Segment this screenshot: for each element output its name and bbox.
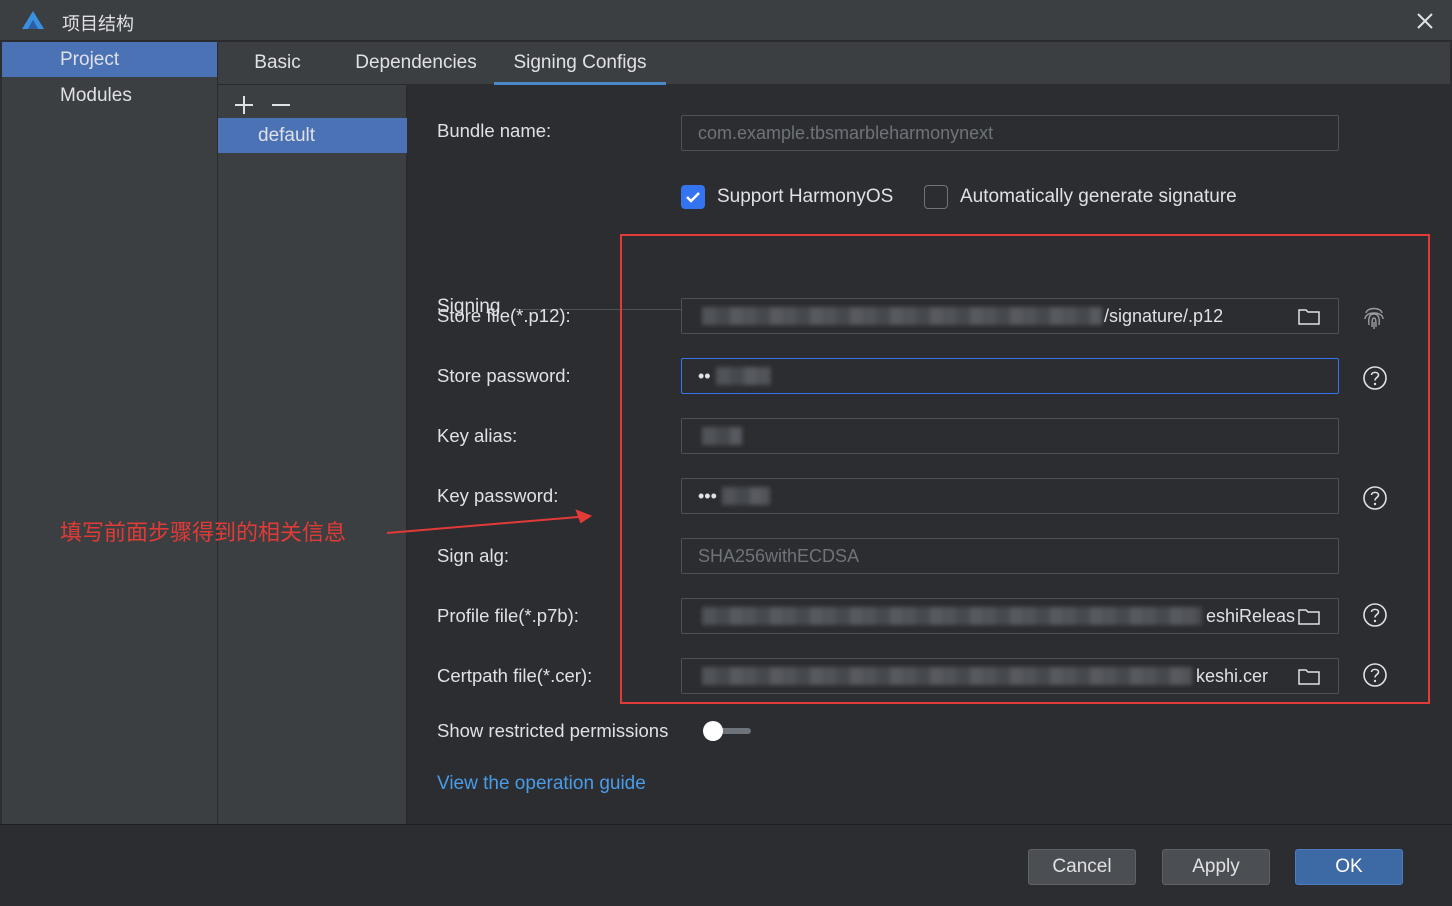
store-file-label: Store file(*.p12):: [437, 305, 571, 326]
store-file-field[interactable]: /signature/.p12: [681, 298, 1339, 334]
profile-file-field[interactable]: eshiReleas: [681, 598, 1339, 634]
tab-signing-configs[interactable]: Signing Configs: [494, 42, 666, 85]
redacted-path: [702, 667, 1192, 685]
close-icon[interactable]: [1410, 6, 1440, 36]
help-icon[interactable]: [1362, 485, 1388, 511]
nav-item-project[interactable]: Project: [2, 42, 217, 77]
redacted-path: [702, 607, 1202, 625]
tab-bar: Basic Info Dependencies Signing Configs: [218, 42, 1450, 115]
key-alias-label: Key alias:: [437, 425, 518, 446]
help-icon[interactable]: [1362, 602, 1388, 628]
sign-alg-label: Sign alg:: [437, 545, 509, 566]
ok-button[interactable]: OK: [1295, 849, 1403, 885]
profile-file-path: eshiReleas: [1206, 606, 1296, 626]
checkmark-icon: [686, 192, 700, 203]
annotation-arrow: [386, 509, 593, 534]
redacted-alias: [702, 427, 742, 445]
profile-file-label: Profile file(*.p7b):: [437, 605, 579, 626]
redacted-path: [702, 307, 1102, 325]
folder-icon[interactable]: [1298, 607, 1320, 625]
redacted-password: [722, 487, 770, 505]
signing-form: Bundle name: com.example.tbsmarbleharmon…: [407, 85, 1450, 824]
bundle-name-field: com.example.tbsmarbleharmonynext: [681, 115, 1339, 151]
operation-guide-link[interactable]: View the operation guide: [437, 773, 646, 795]
folder-icon[interactable]: [1298, 667, 1320, 685]
fingerprint-icon[interactable]: [1361, 303, 1387, 331]
support-harmonyos-label: Support HarmonyOS: [717, 186, 894, 207]
auto-signature-checkbox[interactable]: [924, 185, 948, 209]
certpath-file-path: keshi.cer: [1196, 666, 1269, 686]
apply-button[interactable]: Apply: [1162, 849, 1270, 885]
content-panel: Basic Info Dependencies Signing Configs …: [218, 42, 1450, 824]
store-password-label: Store password:: [437, 365, 571, 386]
show-restricted-toggle[interactable]: [701, 718, 753, 744]
store-password-field[interactable]: ••: [681, 358, 1339, 394]
plus-icon[interactable]: [232, 93, 256, 117]
signing-config-list: default: [218, 85, 407, 824]
window-title: 项目结构: [62, 14, 134, 35]
certpath-file-field[interactable]: keshi.cer: [681, 658, 1339, 694]
key-password-field[interactable]: •••: [681, 478, 1339, 514]
key-password-value: •••: [698, 486, 717, 506]
minus-icon[interactable]: [269, 93, 293, 117]
store-file-path: /signature/.p12: [1104, 306, 1224, 326]
store-password-value: ••: [698, 366, 711, 386]
dialog-footer: Cancel Apply OK: [0, 824, 1452, 906]
key-alias-field[interactable]: [681, 418, 1339, 454]
certpath-file-label: Certpath file(*.cer):: [437, 665, 593, 686]
support-harmonyos-checkbox[interactable]: [681, 185, 705, 209]
bundle-name-label: Bundle name:: [437, 120, 552, 141]
title-bar: 项目结构: [0, 0, 1452, 41]
annotation-text: 填写前面步骤得到的相关信息: [60, 521, 347, 546]
help-icon[interactable]: [1362, 365, 1388, 391]
config-item-default[interactable]: default: [218, 118, 407, 153]
toggle-knob: [703, 721, 723, 741]
redacted-password: [716, 367, 771, 385]
help-icon[interactable]: [1362, 662, 1388, 688]
tab-dependencies[interactable]: Dependencies: [355, 42, 477, 85]
sign-alg-field: SHA256withECDSA: [681, 538, 1339, 574]
nav-item-modules[interactable]: Modules: [2, 78, 217, 113]
key-password-label: Key password:: [437, 485, 559, 506]
folder-icon[interactable]: [1298, 307, 1320, 325]
tab-basic-info[interactable]: Basic Info: [236, 42, 319, 115]
show-restricted-label: Show restricted permissions: [437, 720, 669, 741]
cancel-button[interactable]: Cancel: [1028, 849, 1136, 885]
deveco-logo-icon: [22, 11, 44, 29]
auto-signature-label: Automatically generate signature: [960, 186, 1237, 207]
left-nav: Project Modules: [2, 42, 218, 824]
